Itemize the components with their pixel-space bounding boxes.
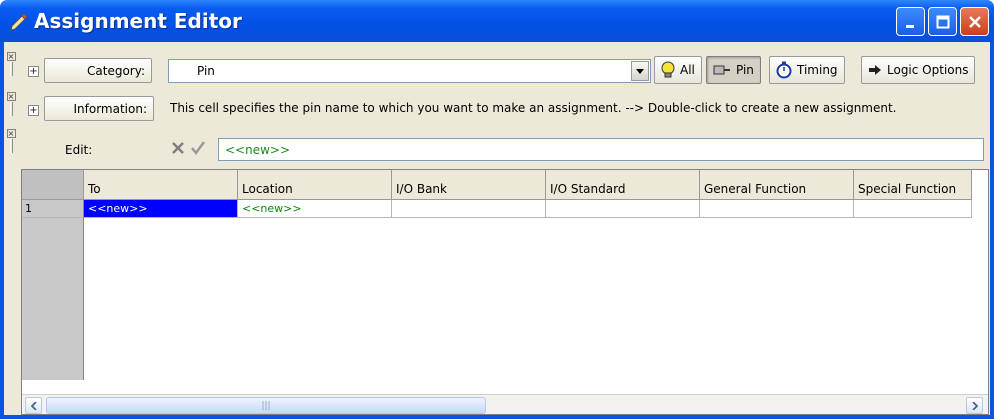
assignment-grid: To Location I/O Bank I/O Standard Genera…	[21, 169, 989, 415]
minimize-button[interactable]	[896, 7, 925, 36]
row-header-column	[22, 218, 84, 380]
cell-io-standard[interactable]	[546, 200, 700, 218]
category-label[interactable]: Category:	[44, 58, 152, 83]
client-area: × + Category: Pin All Pin Timing Logic O…	[4, 42, 990, 415]
maximize-button[interactable]	[928, 7, 957, 36]
title-bar[interactable]: Assignment Editor	[0, 0, 994, 42]
column-header-special-function[interactable]: Special Function	[854, 170, 972, 200]
scroll-thumb[interactable]: |||	[46, 397, 486, 414]
pin-button[interactable]: Pin	[706, 56, 761, 84]
category-value: Pin	[197, 64, 215, 78]
app-icon	[8, 10, 30, 32]
table-row[interactable]: 1 <<new>> <<new>>	[22, 200, 972, 218]
cell-to[interactable]: <<new>>	[84, 200, 238, 218]
stopwatch-icon	[776, 61, 792, 79]
timing-button[interactable]: Timing	[769, 56, 845, 84]
cell-special-function[interactable]	[854, 200, 972, 218]
pin-button-label: Pin	[736, 63, 754, 77]
close-icon[interactable]: ×	[6, 92, 16, 101]
arrow-right-icon	[869, 65, 881, 75]
lightbulb-icon	[661, 61, 675, 78]
horizontal-scrollbar[interactable]: |||	[22, 394, 988, 414]
scroll-right-button[interactable]	[966, 397, 983, 414]
scroll-left-button[interactable]	[25, 397, 42, 414]
close-button[interactable]	[960, 7, 989, 36]
chevron-down-icon[interactable]	[631, 61, 649, 81]
assignment-editor-window: Assignment Editor × + Category: Pin All	[0, 0, 994, 419]
cell-io-bank[interactable]	[392, 200, 546, 218]
edit-label: Edit:	[65, 142, 93, 157]
edit-input[interactable]: <<new>>	[218, 138, 984, 161]
scroll-thumb-grip: |||	[261, 400, 271, 411]
column-header-location[interactable]: Location	[238, 170, 392, 200]
information-bar-grip[interactable]: ×	[6, 92, 16, 116]
row-number[interactable]: 1	[22, 200, 84, 218]
category-select[interactable]: Pin	[168, 59, 651, 83]
column-header-general-function[interactable]: General Function	[700, 170, 854, 200]
logic-options-button[interactable]: Logic Options	[861, 56, 976, 84]
information-label[interactable]: Information:	[44, 96, 154, 121]
expand-icon[interactable]: +	[28, 66, 39, 77]
chevron-right-icon	[971, 401, 978, 410]
category-bar-grip[interactable]: ×	[6, 52, 16, 76]
pin-icon	[713, 65, 730, 75]
close-icon[interactable]: ×	[6, 52, 16, 61]
all-button-label: All	[680, 63, 695, 77]
timing-button-label: Timing	[797, 63, 838, 77]
grid-header: To Location I/O Bank I/O Standard Genera…	[22, 170, 972, 200]
minimize-icon	[905, 24, 914, 28]
window-title: Assignment Editor	[34, 9, 242, 33]
logic-options-label: Logic Options	[887, 63, 969, 77]
accept-icon[interactable]	[190, 140, 206, 156]
column-header-io-bank[interactable]: I/O Bank	[392, 170, 546, 200]
grid-corner[interactable]	[22, 170, 84, 200]
close-icon	[968, 15, 981, 28]
cancel-icon[interactable]	[170, 140, 186, 156]
all-button[interactable]: All	[654, 56, 702, 84]
cell-location[interactable]: <<new>>	[238, 200, 392, 218]
expand-icon[interactable]: +	[28, 105, 39, 116]
close-icon[interactable]: ×	[6, 129, 16, 138]
chevron-left-icon	[30, 401, 37, 410]
column-header-to[interactable]: To	[84, 170, 238, 200]
column-header-io-standard[interactable]: I/O Standard	[546, 170, 700, 200]
edit-bar-grip[interactable]: ×	[6, 129, 16, 153]
information-text: This cell specifies the pin name to whic…	[170, 101, 897, 115]
cell-general-function[interactable]	[700, 200, 854, 218]
maximize-icon	[936, 15, 949, 28]
